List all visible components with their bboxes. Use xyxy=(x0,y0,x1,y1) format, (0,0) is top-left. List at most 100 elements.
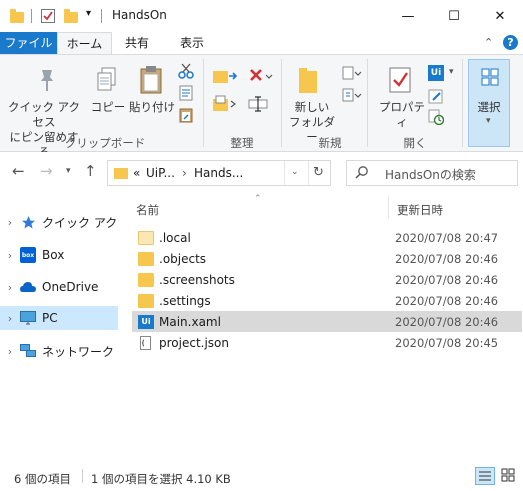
file-date: 2020/07/08 20:47 xyxy=(395,230,499,245)
uipath-open-icon[interactable]: Ui xyxy=(428,65,444,81)
refresh-icon[interactable]: ↻ xyxy=(313,165,324,180)
file-name: project.json xyxy=(159,335,229,350)
chevron-right-icon[interactable]: › xyxy=(0,345,20,358)
rename-icon[interactable] xyxy=(248,95,270,116)
breadcrumb-handson[interactable]: Hands... xyxy=(194,166,243,180)
edit-icon[interactable] xyxy=(428,88,444,107)
properties-icon[interactable] xyxy=(388,65,414,98)
search-box[interactable]: HandsOnの検索 xyxy=(346,160,518,186)
paste-button[interactable]: 貼り付け xyxy=(128,100,176,115)
collapse-ribbon-icon[interactable]: ⌃ xyxy=(484,36,493,49)
copy-path-icon[interactable] xyxy=(178,85,194,104)
help-icon[interactable]: ? xyxy=(503,35,518,50)
paste-shortcut-icon[interactable] xyxy=(178,107,194,126)
chevron-right-icon[interactable]: › xyxy=(0,281,20,294)
copy-to-icon[interactable] xyxy=(212,95,238,116)
back-arrow-icon[interactable]: ← xyxy=(12,162,25,180)
copy-button[interactable]: コピー xyxy=(90,100,126,115)
file-row[interactable]: project.json 2020/07/08 20:45 xyxy=(132,332,522,353)
nav-label: OneDrive xyxy=(42,280,99,294)
file-row[interactable]: Ui Main.xaml 2020/07/08 20:46 xyxy=(132,311,522,332)
maximize-button[interactable]: ☐ xyxy=(431,0,477,32)
cut-icon[interactable] xyxy=(178,63,194,82)
file-name: .objects xyxy=(159,251,207,266)
file-date: 2020/07/08 20:46 xyxy=(395,272,499,287)
select-label: 選択 xyxy=(477,100,501,114)
forward-arrow-icon[interactable]: → xyxy=(40,162,53,180)
divider xyxy=(462,59,463,147)
search-input[interactable]: HandsOnの検索 xyxy=(385,166,476,183)
monitor-icon xyxy=(20,310,36,326)
pin-icon[interactable] xyxy=(35,67,59,96)
ribbon-tabs: ファイル ホーム 共有 表示 ⌃ ? xyxy=(0,32,523,54)
nav-item-pc[interactable]: › PC xyxy=(0,306,118,330)
folder-icon xyxy=(138,293,154,308)
file-row[interactable]: .local 2020/07/08 20:47 xyxy=(132,227,522,248)
move-to-icon[interactable] xyxy=(212,67,238,88)
file-name: Main.xaml xyxy=(159,314,221,329)
new-item-icon[interactable] xyxy=(340,65,362,84)
chevron-right-icon[interactable]: › xyxy=(0,216,20,229)
customize-quick-access-icon[interactable]: ▾ xyxy=(86,8,91,19)
navigation-pane: › クイック アクセス › box Box › OneDrive › PC › … xyxy=(0,192,118,462)
column-header-name[interactable]: 名前 xyxy=(136,202,159,218)
address-overflow[interactable]: « xyxy=(133,166,140,180)
details-view-icon[interactable] xyxy=(475,467,495,485)
column-header-date[interactable]: 更新日時 xyxy=(397,202,443,218)
folder-icon xyxy=(138,230,154,245)
minimize-button[interactable]: — xyxy=(385,0,431,32)
nav-item-box[interactable]: › box Box xyxy=(0,243,118,267)
tab-home[interactable]: ホーム xyxy=(57,32,112,54)
pin-quick-access-button[interactable]: クイック アクセス にピン留めする xyxy=(4,100,84,160)
folder-icon xyxy=(10,9,24,23)
file-list: ⌃ 名前 更新日時 .local 2020/07/08 20:47 .objec… xyxy=(118,192,523,462)
easy-access-icon[interactable] xyxy=(340,87,362,106)
delete-icon[interactable] xyxy=(248,67,274,88)
file-row[interactable]: .objects 2020/07/08 20:46 xyxy=(132,248,522,269)
large-icons-view-icon[interactable] xyxy=(499,467,519,485)
tab-file[interactable]: ファイル xyxy=(0,32,57,54)
properties-button[interactable]: プロパティ xyxy=(374,100,430,130)
nav-item-network[interactable]: › ネットワーク xyxy=(0,339,118,363)
nav-item-quick-access[interactable]: › クイック アクセス xyxy=(0,210,118,234)
window-title: HandsOn xyxy=(112,8,167,22)
divider xyxy=(284,161,285,185)
json-file-icon xyxy=(138,335,154,350)
group-label-organize: 整理 xyxy=(230,136,254,150)
breadcrumb-uipath[interactable]: UiP... xyxy=(146,166,175,180)
breadcrumb-separator-icon: › xyxy=(182,166,187,180)
status-bar: 6 個の項目 1 個の項目を選択 4.10 KB xyxy=(0,462,523,491)
address-dropdown-icon[interactable]: ⌄ xyxy=(291,167,299,177)
paste-icon[interactable] xyxy=(138,65,164,98)
open-dropdown-icon[interactable]: ▾ xyxy=(449,67,454,77)
new-folder-quick-icon[interactable] xyxy=(64,9,78,23)
uipath-file-icon: Ui xyxy=(138,314,154,329)
address-bar[interactable]: « UiP... › Hands... ⌄ ↻ xyxy=(107,160,331,186)
new-folder-icon[interactable] xyxy=(297,65,321,98)
folder-icon xyxy=(138,251,154,266)
divider xyxy=(82,469,83,483)
up-arrow-icon[interactable]: ↑ xyxy=(84,162,97,180)
tab-share[interactable]: 共有 xyxy=(112,32,162,54)
properties-quick-icon[interactable] xyxy=(40,8,56,24)
navigation-bar: ← → ▾ ↑ « UiP... › Hands... ⌄ ↻ HandsOnの… xyxy=(0,152,523,192)
group-label-clipboard: クリップボード xyxy=(64,136,146,150)
select-icon xyxy=(481,68,499,89)
title-bar: ▾ HandsOn — ☐ ✕ xyxy=(0,0,523,32)
nav-label: PC xyxy=(42,311,58,325)
file-row[interactable]: .settings 2020/07/08 20:46 xyxy=(132,290,522,311)
file-date: 2020/07/08 20:46 xyxy=(395,314,499,329)
chevron-right-icon[interactable]: › xyxy=(0,249,20,262)
copy-icon[interactable] xyxy=(96,67,118,96)
tab-view[interactable]: 表示 xyxy=(162,32,222,54)
chevron-right-icon[interactable]: › xyxy=(0,312,20,325)
close-button[interactable]: ✕ xyxy=(477,0,523,32)
select-button[interactable]: 選択 ▾ xyxy=(468,59,510,147)
file-row[interactable]: .screenshots 2020/07/08 20:46 xyxy=(132,269,522,290)
nav-item-onedrive[interactable]: › OneDrive xyxy=(0,275,118,299)
recent-locations-icon[interactable]: ▾ xyxy=(66,166,71,176)
history-icon[interactable] xyxy=(428,109,445,128)
file-name: .settings xyxy=(159,293,211,308)
divider xyxy=(203,59,204,147)
column-divider[interactable] xyxy=(388,196,389,218)
